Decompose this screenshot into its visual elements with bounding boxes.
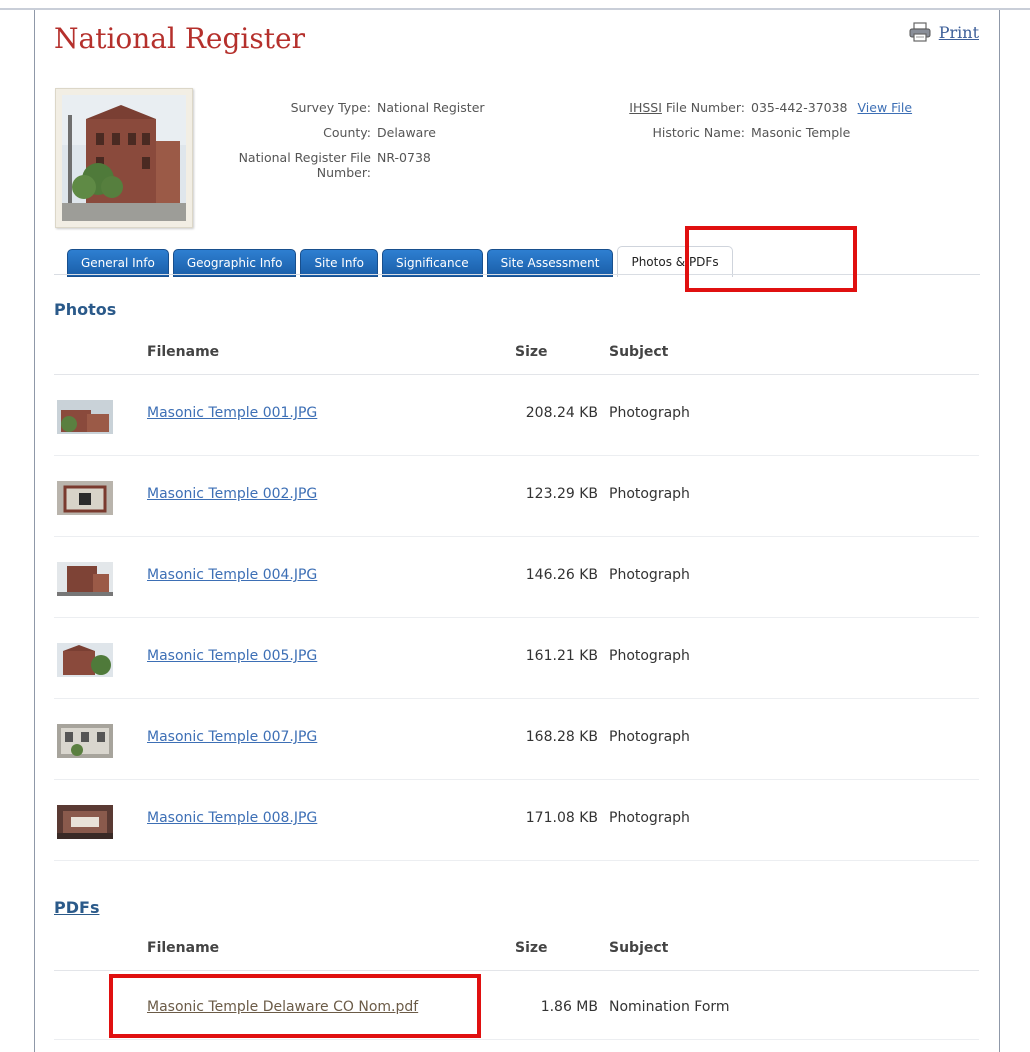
table-row: Masonic Temple 007.JPG 168.28 KB Photogr… — [54, 699, 979, 780]
photo-thumbnail[interactable] — [57, 643, 113, 677]
table-row: Masonic Temple 001.JPG 208.24 KB Photogr… — [54, 375, 979, 456]
survey-info: Survey Type: National Register County: D… — [221, 100, 511, 190]
pdf-file-link[interactable]: Masonic Temple Delaware CO Nom.pdf — [147, 999, 418, 1015]
ihssi-abbr: IHSSI — [629, 100, 662, 115]
photo-file-link[interactable]: Masonic Temple 002.JPG — [147, 486, 317, 502]
photo-size: 168.28 KB — [525, 729, 598, 745]
survey-type-value: National Register — [377, 100, 485, 115]
photo-size: 161.21 KB — [525, 648, 598, 664]
photo-file-link[interactable]: Masonic Temple 004.JPG — [147, 567, 317, 583]
photo-size: 123.29 KB — [525, 486, 598, 502]
print-label[interactable]: Print — [939, 23, 979, 42]
photos-table: Filename Size Subject Masonic Temple 001… — [54, 332, 979, 861]
print-link[interactable]: Print — [909, 22, 979, 42]
pdfs-filename-header: Filename — [147, 940, 220, 956]
file-info: IHSSI File Number: 035-442-37038 View Fi… — [565, 100, 965, 150]
county-value: Delaware — [377, 125, 436, 140]
photo-size: 208.24 KB — [525, 405, 598, 421]
nr-file-number-value: NR-0738 — [377, 150, 431, 165]
county-label: County: — [323, 125, 371, 140]
photo-subject: Photograph — [609, 567, 690, 583]
pdfs-table: Filename Size Subject Masonic Temple Del… — [54, 928, 979, 1040]
tab-photos-pdfs[interactable]: Photos & PDFs — [617, 246, 733, 277]
photo-thumbnail[interactable] — [57, 481, 113, 515]
photo-thumbnail[interactable] — [57, 805, 113, 839]
pdfs-subject-header: Subject — [609, 940, 669, 956]
pdfs-table-header: Filename Size Subject — [54, 928, 979, 971]
photo-size: 146.26 KB — [525, 567, 598, 583]
photo-thumbnail[interactable] — [57, 724, 113, 758]
photos-filename-header: Filename — [147, 344, 220, 360]
content-panel: National Register Print Survey Type: Nat… — [34, 10, 1000, 1052]
ihssi-file-number-label: IHSSI File Number: — [565, 100, 751, 115]
table-row: Masonic Temple 005.JPG 161.21 KB Photogr… — [54, 618, 979, 699]
tab-bar: General Info Geographic Info Site Info S… — [67, 246, 737, 277]
view-file-link[interactable]: View File — [858, 100, 913, 115]
nr-file-number-label: National Register File Number: — [238, 150, 371, 180]
photos-size-header: Size — [515, 344, 548, 360]
printer-icon[interactable] — [909, 22, 931, 42]
photo-file-link[interactable]: Masonic Temple 005.JPG — [147, 648, 317, 664]
ihssi-label-text: File Number: — [661, 100, 745, 115]
tab-geographic-info[interactable]: Geographic Info — [172, 249, 297, 277]
pdf-subject: Nomination Form — [609, 999, 730, 1015]
photos-subject-header: Subject — [609, 344, 669, 360]
photo-subject: Photograph — [609, 486, 690, 502]
historic-name-label: Historic Name: — [652, 125, 745, 140]
table-row: Masonic Temple Delaware CO Nom.pdf 1.86 … — [54, 971, 979, 1040]
pdf-size: 1.86 MB — [540, 999, 598, 1015]
ihssi-file-number-value: 035-442-37038 — [751, 100, 848, 115]
photo-size: 171.08 KB — [525, 810, 598, 826]
site-photo — [55, 88, 193, 228]
tab-site-info[interactable]: Site Info — [300, 249, 379, 277]
photo-subject: Photograph — [609, 729, 690, 745]
tab-divider — [54, 274, 980, 275]
historic-name-value: Masonic Temple — [751, 125, 851, 140]
photo-thumbnail[interactable] — [57, 562, 113, 596]
photo-file-link[interactable]: Masonic Temple 001.JPG — [147, 405, 317, 421]
tab-site-assessment[interactable]: Site Assessment — [486, 249, 614, 277]
pdfs-size-header: Size — [515, 940, 548, 956]
photo-file-link[interactable]: Masonic Temple 008.JPG — [147, 810, 317, 826]
pdfs-section-title: PDFs — [54, 898, 100, 917]
photo-file-link[interactable]: Masonic Temple 007.JPG — [147, 729, 317, 745]
page-title: National Register — [54, 22, 305, 55]
table-row: Masonic Temple 002.JPG 123.29 KB Photogr… — [54, 456, 979, 537]
table-row: Masonic Temple 008.JPG 171.08 KB Photogr… — [54, 780, 979, 861]
tab-significance[interactable]: Significance — [382, 249, 483, 277]
table-row: Masonic Temple 004.JPG 146.26 KB Photogr… — [54, 537, 979, 618]
photos-table-header: Filename Size Subject — [54, 332, 979, 375]
photo-thumbnail[interactable] — [57, 400, 113, 434]
photo-subject: Photograph — [609, 648, 690, 664]
tab-general-info[interactable]: General Info — [67, 249, 169, 277]
photo-subject: Photograph — [609, 810, 690, 826]
survey-type-label: Survey Type: — [290, 100, 371, 115]
photos-section-title: Photos — [54, 300, 117, 319]
photo-subject: Photograph — [609, 405, 690, 421]
